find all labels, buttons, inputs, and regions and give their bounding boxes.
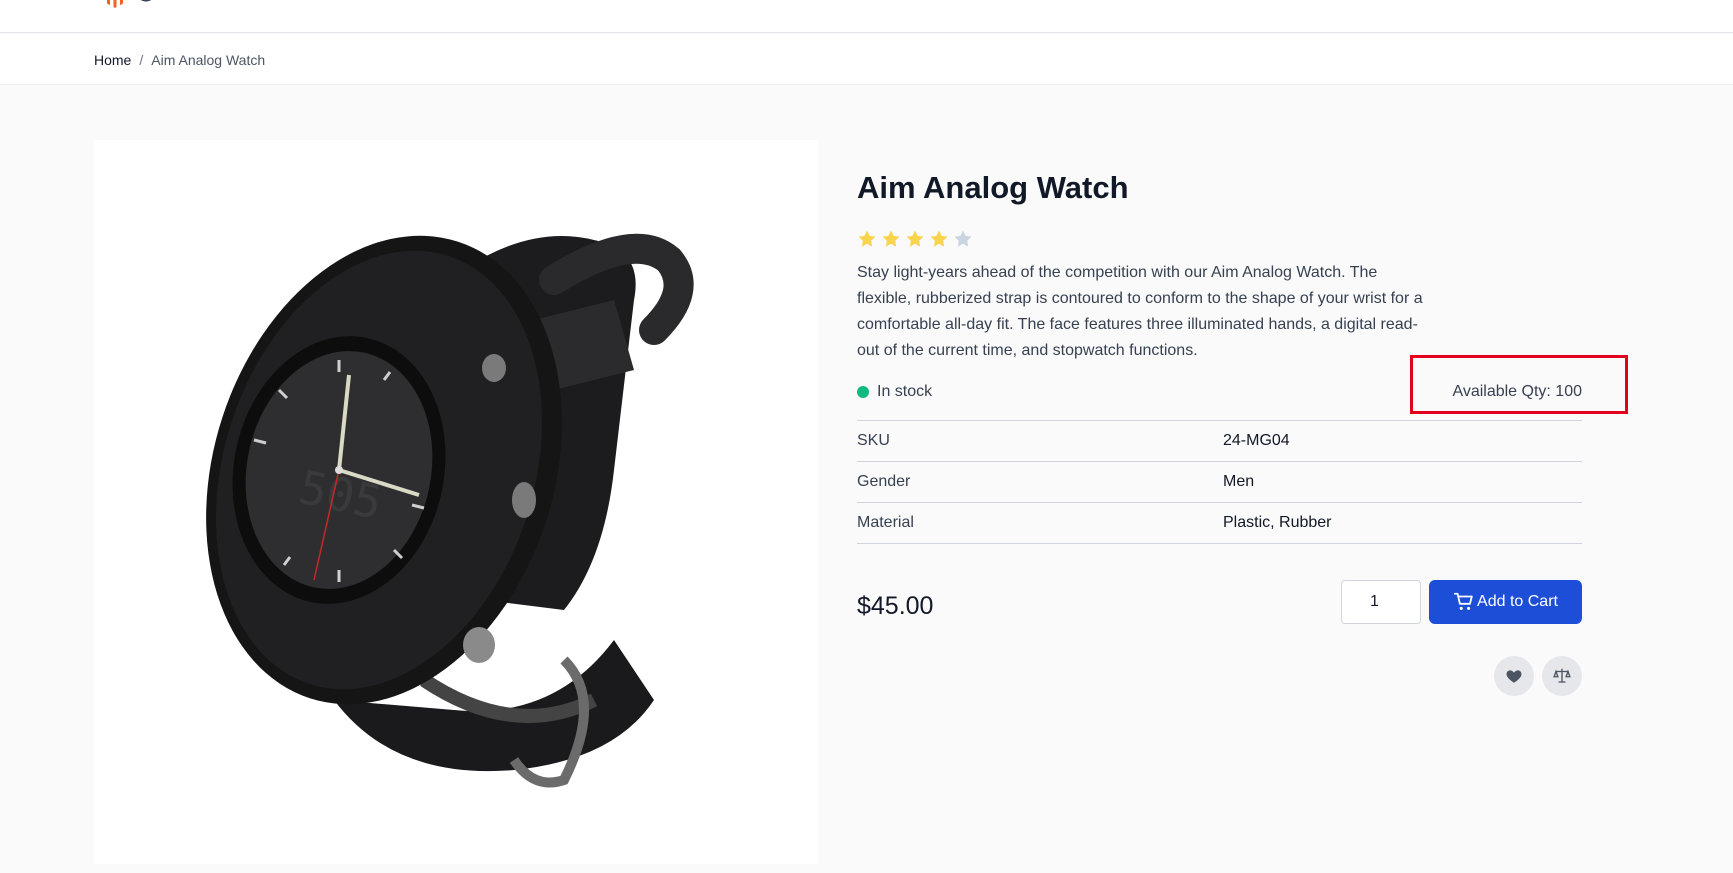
attribute-label: Material — [857, 514, 914, 531]
in-stock-dot-icon — [857, 386, 869, 398]
stock-status-label: In stock — [877, 383, 933, 400]
breadcrumb-bar: Home / Aim Analog Watch — [0, 34, 1733, 85]
attribute-row-material: Material Plastic, Rubber — [857, 503, 1582, 544]
attribute-value: Plastic, Rubber — [1223, 514, 1332, 531]
magento-logo-icon[interactable] — [106, 0, 124, 8]
breadcrumb: Home / Aim Analog Watch — [94, 34, 265, 85]
attribute-value: 24-MG04 — [1223, 432, 1290, 449]
available-qty: Available Qty: 100 — [1452, 383, 1582, 400]
star-filled-icon — [930, 230, 948, 247]
star-filled-icon — [858, 230, 876, 247]
attribute-label: SKU — [857, 432, 890, 449]
attribute-row-gender: Gender Men — [857, 462, 1582, 503]
product-image-gallery: 505 — [94, 140, 818, 864]
attribute-label: Gender — [857, 473, 911, 490]
star-empty-icon — [954, 230, 972, 247]
cart-icon — [1453, 592, 1473, 610]
add-to-wishlist-button[interactable] — [1494, 656, 1534, 696]
breadcrumb-separator: / — [139, 51, 144, 68]
star-filled-icon — [906, 230, 924, 247]
add-to-compare-button[interactable] — [1542, 656, 1582, 696]
quantity-input[interactable] — [1341, 580, 1421, 624]
watch-product-image[interactable]: 505 — [94, 140, 818, 864]
breadcrumb-current: Aim Analog Watch — [151, 51, 266, 68]
breadcrumb-home-link[interactable]: Home — [94, 52, 131, 68]
product-attributes-table: SKU 24-MG04 Gender Men Material Plastic,… — [857, 420, 1582, 544]
top-header — [0, 0, 1733, 33]
add-to-cart-label: Add to Cart — [1477, 593, 1558, 610]
attribute-row-sku: SKU 24-MG04 — [857, 421, 1582, 462]
scale-icon — [1553, 668, 1571, 683]
heart-icon — [1506, 670, 1522, 683]
rating-stars[interactable] — [857, 229, 973, 249]
star-filled-icon — [882, 230, 900, 247]
logo-wordmark-icon — [140, 0, 152, 2]
add-to-cart-button[interactable]: Add to Cart — [1429, 580, 1582, 624]
stock-status: In stock — [857, 383, 932, 401]
attribute-value: Men — [1223, 473, 1255, 490]
product-price: $45.00 — [857, 592, 934, 620]
product-description: Stay light-years ahead of the competitio… — [857, 264, 1423, 359]
product-title: Aim Analog Watch — [857, 170, 1129, 205]
